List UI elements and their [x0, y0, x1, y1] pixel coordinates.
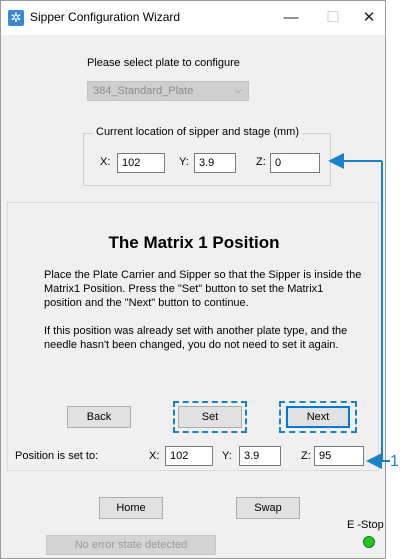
matrix-instructions: Place the Plate Carrier and Sipper so th… [44, 269, 362, 309]
title-bar: ✲ Sipper Configuration Wizard — ☐ ✕ [1, 1, 385, 35]
current-x-label: X: [100, 156, 111, 168]
plate-prompt-label: Please select plate to configure [87, 57, 240, 69]
chevron-down-icon: ⌵ [234, 85, 242, 96]
current-y-label: Y: [179, 156, 189, 168]
position-x-field[interactable]: 102 [165, 446, 213, 466]
position-z-field[interactable]: 95 [314, 446, 364, 466]
matrix-note: If this position was already set with an… [44, 325, 348, 351]
position-x-label: X: [149, 450, 160, 462]
current-z-label: Z: [256, 156, 266, 168]
swap-button[interactable]: Swap [236, 497, 300, 519]
back-button[interactable]: Back [67, 406, 131, 428]
window-title: Sipper Configuration Wizard [30, 10, 181, 24]
maximize-button: ☐ [326, 9, 340, 26]
plate-select[interactable]: 384_Standard_Plate ⌵ [87, 81, 249, 101]
estop-indicator [363, 536, 375, 548]
gear-icon: ✲ [8, 10, 24, 26]
position-y-field[interactable]: 3.9 [239, 446, 281, 466]
current-y-field[interactable]: 3.9 [194, 153, 236, 173]
home-button[interactable]: Home [99, 497, 163, 519]
position-set-label: Position is set to: [15, 450, 99, 462]
current-z-field[interactable]: 0 [270, 153, 320, 173]
status-bar: No error state detected [46, 535, 216, 555]
current-location-title: Current location of sipper and stage (mm… [93, 126, 302, 138]
current-x-field[interactable]: 102 [117, 153, 165, 173]
matrix-heading: The Matrix 1 Position [108, 233, 280, 252]
next-button[interactable]: Next [286, 406, 350, 428]
position-z-label: Z: [301, 450, 311, 462]
callout-number: 1 [390, 453, 399, 470]
estop-label: E -Stop [347, 519, 384, 531]
position-y-label: Y: [222, 450, 232, 462]
plate-select-value: 384_Standard_Plate [93, 85, 194, 97]
close-button[interactable]: ✕ [349, 5, 389, 31]
set-button[interactable]: Set [178, 406, 242, 428]
wizard-window: ✲ Sipper Configuration Wizard — ☐ ✕ Plea… [0, 0, 386, 559]
minimize-button[interactable]: — [271, 5, 311, 31]
